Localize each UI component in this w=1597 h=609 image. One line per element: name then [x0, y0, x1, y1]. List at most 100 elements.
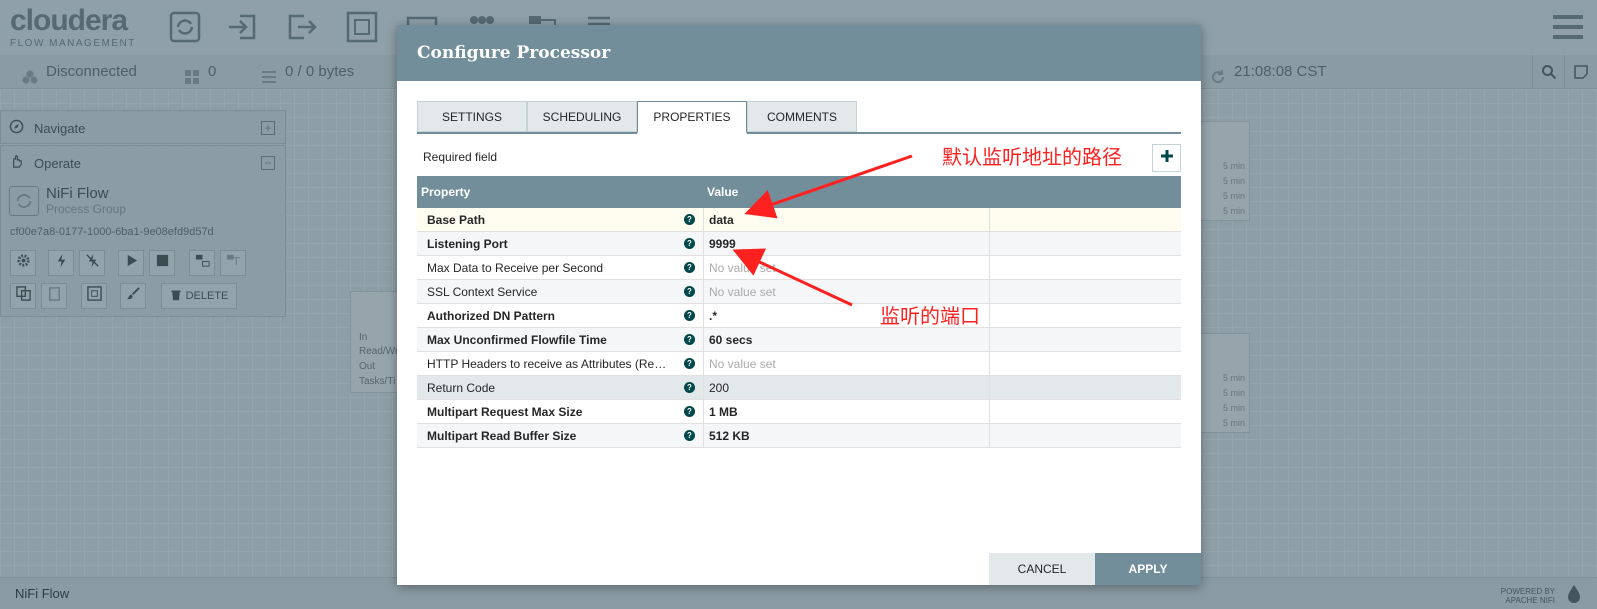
stat-value: 5 min [1222, 191, 1245, 201]
compass-icon [9, 119, 24, 137]
expand-icon[interactable]: + [261, 121, 275, 135]
collapse-icon[interactable]: − [261, 156, 275, 170]
column-property[interactable]: Property [421, 185, 470, 199]
table-row[interactable]: Max Data to Receive per Second ? No valu… [417, 256, 1181, 280]
copy-button[interactable] [10, 283, 36, 309]
disable-button[interactable] [79, 250, 105, 276]
property-value[interactable]: 9999 [709, 237, 736, 251]
help-icon[interactable]: ? [684, 430, 695, 441]
operate-header[interactable]: Operate − [1, 146, 285, 180]
properties-table: Property Value Base Path ? data Listenin… [417, 176, 1181, 448]
property-value[interactable]: 60 secs [709, 333, 752, 347]
group-button[interactable] [81, 283, 107, 309]
group-icon [86, 286, 102, 306]
property-value[interactable]: 200 [709, 381, 729, 395]
lightning-icon [54, 253, 69, 273]
help-icon[interactable]: ? [684, 334, 695, 345]
help-icon[interactable]: ? [684, 238, 695, 249]
stat-value: 5 min [1222, 161, 1245, 171]
template-icon [195, 253, 210, 273]
table-header: Property Value [417, 176, 1181, 208]
configure-button[interactable] [10, 250, 36, 276]
add-property-button[interactable] [1152, 144, 1181, 172]
process-group-icon[interactable] [345, 10, 379, 44]
tab-settings[interactable]: SETTINGS [417, 101, 527, 132]
delete-button[interactable]: DELETE [161, 283, 237, 309]
input-port-icon[interactable] [226, 10, 260, 44]
bulletin-icon[interactable] [1564, 55, 1596, 89]
property-name: Max Unconfirmed Flowfile Time [427, 333, 607, 347]
stop-button[interactable] [149, 250, 175, 276]
breadcrumb[interactable]: NiFi Flow [15, 586, 69, 601]
stat-label: Tasks/Ti [359, 376, 396, 387]
operate-label: Operate [34, 155, 81, 171]
hamburger-icon[interactable] [1553, 13, 1583, 41]
help-icon[interactable]: ? [684, 310, 695, 321]
search-icon[interactable] [1532, 55, 1564, 89]
property-value[interactable]: 512 KB [709, 429, 750, 443]
powered-line: APACHE NIFI [1505, 596, 1555, 605]
column-value[interactable]: Value [707, 185, 738, 199]
trash-icon [170, 289, 182, 304]
help-icon[interactable]: ? [684, 358, 695, 369]
enable-button[interactable] [48, 250, 74, 276]
last-refreshed[interactable]: 21:08:08 CST [1210, 55, 1327, 89]
table-row[interactable]: Authorized DN Pattern ? .* [417, 304, 1181, 328]
required-field-label: Required field [423, 150, 498, 164]
help-icon[interactable]: ? [684, 214, 695, 225]
connection-text: Disconnected [46, 63, 137, 80]
property-value[interactable]: .* [709, 309, 717, 323]
property-value[interactable]: 1 MB [709, 405, 738, 419]
background-processor-2: 5 min 5 min 5 min 5 min [1193, 333, 1250, 433]
tab-scheduling[interactable]: SCHEDULING [527, 101, 637, 132]
table-row[interactable]: Multipart Request Max Size ? 1 MB [417, 400, 1181, 424]
help-icon[interactable]: ? [684, 262, 695, 273]
tab-comments[interactable]: COMMENTS [747, 101, 857, 132]
stat-value: 5 min [1222, 403, 1245, 413]
background-processor-1: 5 min 5 min 5 min 5 min [1193, 121, 1250, 221]
table-row[interactable]: Listening Port ? 9999 [417, 232, 1181, 256]
threads-icon [184, 64, 200, 84]
property-value[interactable]: No value set [709, 285, 776, 299]
port-annotation: 监听的端口 [880, 304, 980, 328]
property-value[interactable]: data [709, 213, 734, 227]
color-button[interactable] [120, 283, 146, 309]
create-template-button[interactable] [189, 250, 215, 276]
cloudera-logo: cloudera FLOW MANAGEMENT [10, 4, 136, 50]
connection-status: Disconnected [22, 55, 137, 89]
table-row[interactable]: Max Unconfirmed Flowfile Time ? 60 secs [417, 328, 1181, 352]
list-icon [261, 64, 277, 83]
table-row[interactable]: SSL Context Service ? No value set [417, 280, 1181, 304]
property-name: Multipart Request Max Size [427, 405, 583, 419]
help-icon[interactable]: ? [684, 382, 695, 393]
property-value[interactable]: No value set [709, 261, 776, 275]
upload-template-button[interactable] [220, 250, 246, 276]
queued-stats: 0 / 0 bytes [261, 55, 354, 89]
apply-button[interactable]: APPLY [1095, 553, 1201, 585]
help-icon[interactable]: ? [684, 286, 695, 297]
delete-label: DELETE [185, 290, 229, 302]
output-port-icon[interactable] [284, 10, 318, 44]
tab-properties[interactable]: PROPERTIES [637, 101, 747, 134]
table-row[interactable]: Base Path ? data [417, 208, 1181, 232]
navigate-header[interactable]: Navigate + [1, 111, 285, 145]
property-name: Max Data to Receive per Second [427, 261, 604, 275]
powered-by: POWERED BY APACHE NIFI [1501, 587, 1555, 605]
paste-button[interactable] [41, 283, 67, 309]
refresh-icon[interactable] [1210, 64, 1226, 84]
nifi-drop-icon [1563, 583, 1585, 605]
brand-name: cloudera [10, 4, 128, 37]
table-row[interactable]: Return Code ? 200 [417, 376, 1181, 400]
table-row[interactable]: HTTP Headers to receive as Attributes (R… [417, 352, 1181, 376]
table-row[interactable]: Multipart Read Buffer Size ? 512 KB [417, 424, 1181, 448]
processor-icon[interactable] [168, 10, 202, 44]
stat-value: 5 min [1222, 206, 1245, 216]
cancel-button[interactable]: CANCEL [989, 553, 1095, 585]
stat-value: 5 min [1222, 176, 1245, 186]
stat-label: Out [359, 361, 376, 372]
navigate-label: Navigate [34, 120, 86, 136]
property-name: Return Code [427, 381, 496, 395]
help-icon[interactable]: ? [684, 406, 695, 417]
start-button[interactable] [118, 250, 144, 276]
property-value[interactable]: No value set [709, 357, 776, 371]
